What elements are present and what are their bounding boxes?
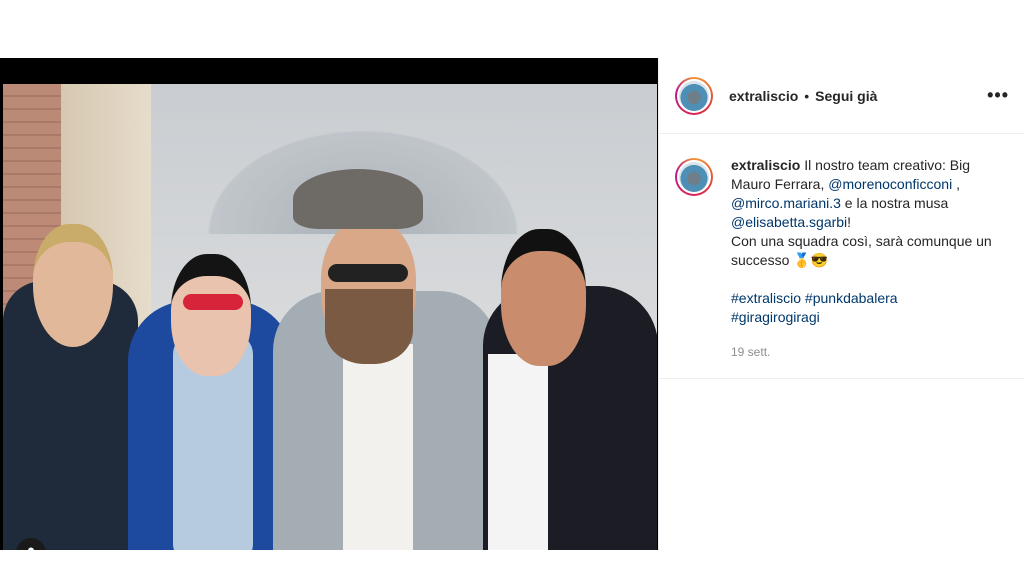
caption-avatar-image (677, 160, 711, 194)
post-header: extraliscio • Segui già ••• (659, 58, 1024, 134)
mention-link[interactable]: @morenoconficconi (828, 176, 952, 192)
divider (659, 378, 1024, 379)
hashtag-link[interactable]: #extraliscio (731, 290, 801, 306)
post-photo-frame[interactable] (0, 58, 658, 550)
mention-link[interactable]: @mirco.mariani.3 (731, 195, 841, 211)
hashtag-link[interactable]: #giragirogiragi (731, 309, 820, 325)
person-icon-glyph (28, 547, 34, 550)
username-link[interactable]: extraliscio (729, 88, 798, 104)
hashtag-link[interactable]: #punkdabalera (805, 290, 898, 306)
person-3-beard (325, 289, 413, 364)
caption-username[interactable]: extraliscio (731, 157, 800, 173)
caption-text2: e la nostra musa (840, 195, 949, 211)
separator-dot: • (804, 87, 810, 104)
caption-line2: Con una squadra così, sarà comunque un s… (731, 233, 992, 268)
caption-text: extraliscio Il nostro team creativo: Big … (731, 156, 1009, 327)
avatar-image (677, 78, 711, 113)
more-options-icon[interactable]: ••• (987, 85, 1009, 106)
follow-button[interactable]: Segui già (815, 88, 877, 104)
post-timestamp[interactable]: 19 sett. (731, 345, 1024, 359)
caption: extraliscio Il nostro team creativo: Big … (659, 134, 1024, 327)
person-2-head (171, 254, 251, 376)
post-sidebar: extraliscio • Segui già ••• extraliscio I… (658, 58, 1024, 550)
post-photo[interactable] (3, 84, 657, 550)
person-3-glasses (328, 264, 408, 282)
caption-separator: , (952, 176, 960, 192)
caption-avatar[interactable] (675, 158, 713, 196)
person-2-glasses (183, 294, 243, 310)
caption-exclamation: ! (847, 214, 852, 230)
person-4-head (501, 229, 586, 366)
person-3-shirt (343, 344, 413, 550)
mention-link[interactable]: @elisabetta.sgarbi (731, 214, 847, 230)
person-3-hat (293, 169, 423, 229)
person-1-head (33, 224, 113, 347)
avatar[interactable] (675, 76, 713, 115)
emoji-text: 🥇😎 (793, 252, 829, 268)
person-4-shirt (488, 354, 548, 550)
